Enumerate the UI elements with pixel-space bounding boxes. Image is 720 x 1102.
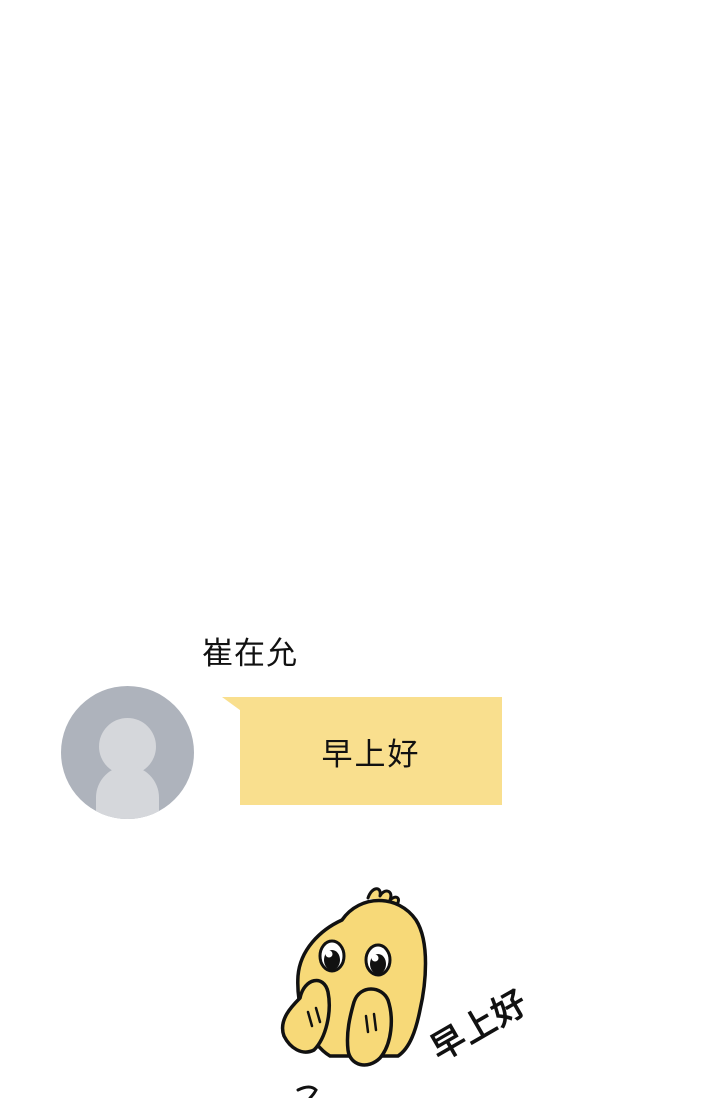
avatar-body-icon	[96, 766, 159, 819]
sender-name: 崔在允	[202, 636, 298, 672]
avatar[interactable]	[61, 686, 194, 819]
message-bubble[interactable]: 早上好	[240, 697, 502, 805]
message-text: 早上好	[321, 736, 421, 773]
